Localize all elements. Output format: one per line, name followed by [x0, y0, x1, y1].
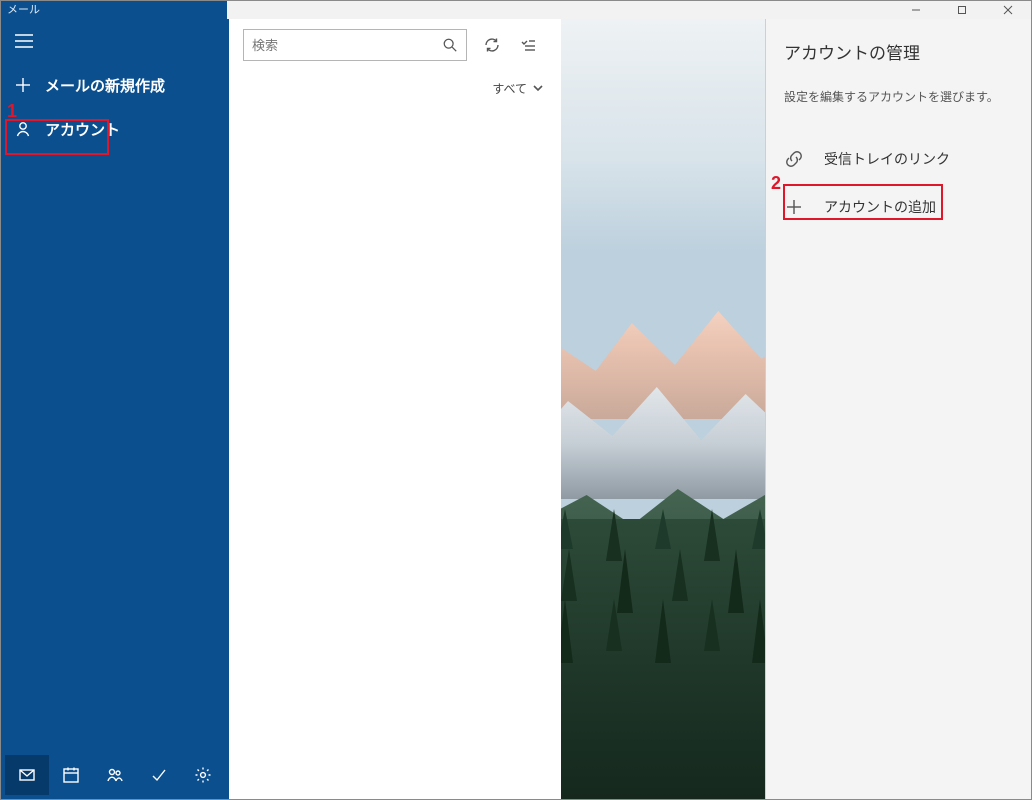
sidebar-item-accounts[interactable]: アカウント — [1, 107, 229, 151]
refresh-icon — [483, 36, 501, 54]
manage-accounts-panel: アカウントの管理 設定を編集するアカウントを選びます。 受信トレイのリンク アカ… — [765, 19, 1031, 799]
search-icon — [442, 37, 458, 53]
person-icon — [15, 121, 31, 137]
window-chrome — [227, 1, 1031, 19]
hamburger-icon — [15, 34, 33, 48]
bottom-nav-calendar[interactable] — [49, 755, 93, 795]
gear-icon — [194, 766, 212, 784]
close-icon — [1003, 5, 1013, 15]
sidebar-item-accounts-label: アカウント — [45, 119, 120, 140]
search-box[interactable] — [243, 29, 467, 61]
select-mode-icon — [519, 36, 537, 54]
bottom-nav-mail[interactable] — [5, 755, 49, 795]
check-icon — [150, 766, 168, 784]
maximize-icon — [957, 5, 967, 15]
search-input[interactable] — [252, 38, 422, 53]
sidebar: メールの新規作成 アカウント — [1, 19, 229, 799]
filter-dropdown[interactable]: すべて — [229, 71, 561, 105]
plus-icon — [784, 197, 804, 217]
calendar-icon — [62, 766, 80, 784]
new-mail-label: メールの新規作成 — [45, 75, 165, 96]
link-icon — [784, 149, 804, 169]
bottom-nav — [1, 751, 229, 799]
manage-accounts-subtitle: 設定を編集するアカウントを選びます。 — [784, 88, 1013, 105]
app-title: メール — [1, 1, 229, 19]
bottom-nav-settings[interactable] — [181, 755, 225, 795]
search-row — [229, 19, 561, 71]
chevron-down-icon — [533, 83, 543, 93]
plus-icon — [15, 77, 31, 93]
link-inboxes-button[interactable]: 受信トレイのリンク — [784, 135, 1013, 183]
people-icon — [106, 766, 124, 784]
bottom-nav-todo[interactable] — [137, 755, 181, 795]
bottom-nav-people[interactable] — [93, 755, 137, 795]
add-account-label: アカウントの追加 — [824, 197, 936, 217]
refresh-button[interactable] — [481, 34, 503, 56]
minimize-icon — [911, 5, 921, 15]
add-account-button[interactable]: アカウントの追加 — [784, 183, 1013, 231]
hamburger-button[interactable] — [1, 19, 229, 63]
link-inboxes-label: 受信トレイのリンク — [824, 149, 950, 169]
mail-icon — [18, 766, 36, 784]
close-button[interactable] — [985, 1, 1031, 19]
select-mode-button[interactable] — [517, 34, 539, 56]
app-window: メール メールの新規作成 — [0, 0, 1032, 800]
maximize-button[interactable] — [939, 1, 985, 19]
manage-accounts-heading: アカウントの管理 — [784, 39, 1013, 64]
new-mail-button[interactable]: メールの新規作成 — [1, 63, 229, 107]
message-list-pane: すべて — [229, 19, 561, 799]
filter-label: すべて — [492, 80, 527, 97]
minimize-button[interactable] — [893, 1, 939, 19]
